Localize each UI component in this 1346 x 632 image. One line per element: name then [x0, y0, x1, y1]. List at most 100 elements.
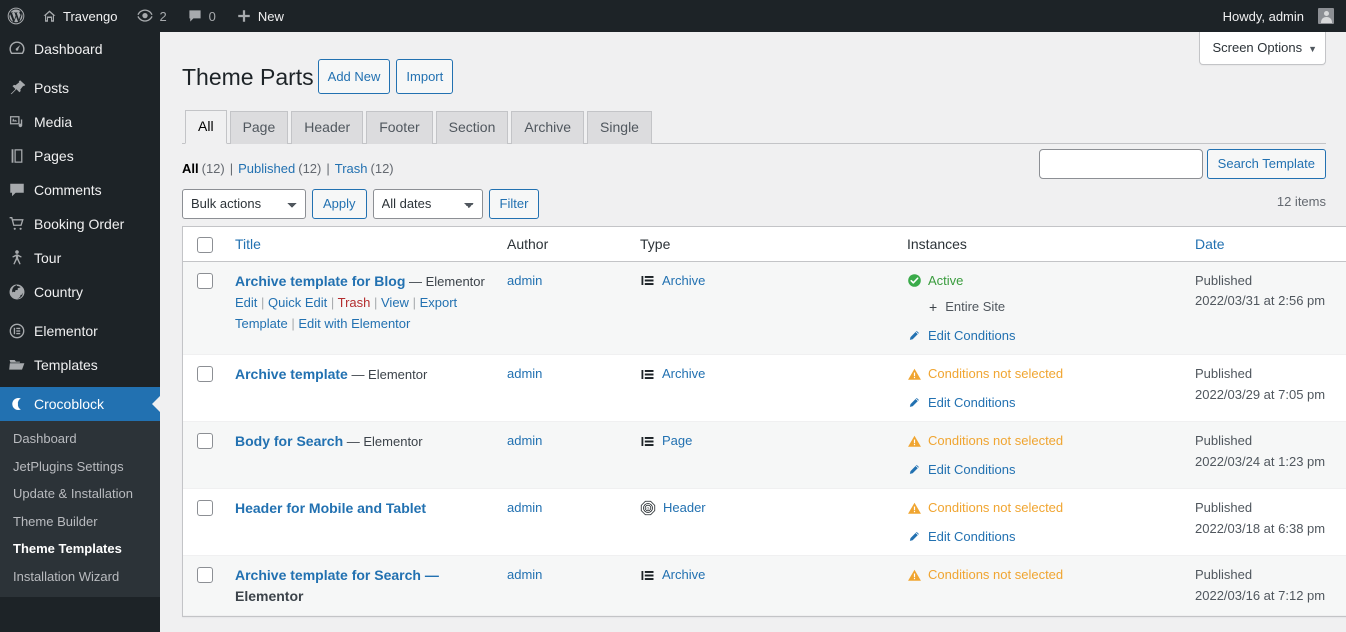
edit-conditions-button[interactable]: Edit Conditions [907, 326, 1175, 346]
tab-item: Header [291, 110, 364, 144]
status-link-published[interactable]: Published [238, 156, 295, 182]
submenu-item-theme-templates[interactable]: Theme Templates [0, 535, 160, 563]
search-template-button[interactable]: Search Template [1206, 149, 1326, 179]
row-checkbox[interactable] [197, 433, 213, 450]
search-input[interactable] [1038, 149, 1203, 179]
bulk-actions-select[interactable]: Bulk actions [182, 188, 306, 219]
row-author-link[interactable]: admin [507, 567, 542, 582]
tab-all[interactable]: All [185, 109, 227, 144]
wordpress-logo-icon[interactable] [0, 0, 32, 32]
row-title-wrap: Header for Mobile and Tablet [235, 498, 487, 519]
row-action-trash[interactable]: Trash [338, 295, 371, 310]
edit-conditions-label: Edit Conditions [928, 528, 1016, 544]
row-date-status: Published [1195, 272, 1253, 288]
comments-menu[interactable]: 0 [177, 0, 226, 32]
sidebar-item-booking-order[interactable]: Booking Order [0, 207, 160, 241]
main-content: Screen Options ▼ Theme Parts Add New Impo… [160, 32, 1346, 632]
tab-footer[interactable]: Footer [366, 110, 433, 144]
row-author-link[interactable]: admin [507, 433, 542, 448]
tab-item: Single [587, 110, 652, 144]
edit-conditions-button[interactable]: Edit Conditions [907, 460, 1175, 480]
tab-page[interactable]: Page [229, 110, 289, 144]
chevron-down-icon: ▼ [1308, 44, 1317, 54]
sidebar-item-dashboard[interactable]: Dashboard [0, 32, 160, 66]
row-author-link[interactable]: admin [507, 273, 542, 288]
row-instances-cell: Conditions not selected Edit Conditions [897, 422, 1185, 490]
svg-text:G: G [647, 507, 650, 511]
crocoblock-submenu: Dashboard JetPlugins Settings Update & I… [0, 421, 160, 597]
status-link-all[interactable]: All [182, 156, 199, 182]
row-title-cell: Archive template — Elementor [225, 355, 497, 423]
sidebar-item-country[interactable]: Country [0, 275, 160, 309]
row-checkbox[interactable] [197, 567, 213, 584]
filter-button[interactable]: Filter [488, 188, 540, 219]
sidebar-item-posts[interactable]: Posts [0, 71, 160, 105]
sidebar-item-templates[interactable]: Templates [0, 348, 160, 382]
submenu-item-jetplugins-settings[interactable]: JetPlugins Settings [0, 453, 160, 481]
dates-filter-select[interactable]: All dates [372, 188, 483, 219]
submenu-item-theme-builder[interactable]: Theme Builder [0, 508, 160, 536]
add-new-button[interactable]: Add New [317, 58, 391, 95]
row-type-link[interactable]: Archive [662, 565, 705, 585]
row-title-link[interactable]: Archive template [235, 366, 348, 382]
instance-status-label: Active [928, 272, 964, 288]
archive-list-icon [641, 276, 654, 286]
row-date-cell: Published 2022/03/18 at 6:38 pm [1185, 489, 1346, 557]
row-checkbox-cell [183, 556, 225, 617]
column-author: Author [497, 227, 630, 262]
row-title-link[interactable]: Body for Search [235, 433, 343, 449]
screen-options-button[interactable]: Screen Options ▼ [1199, 32, 1326, 66]
instance-sub-item: + Entire Site [929, 297, 1175, 317]
sidebar-item-crocoblock[interactable]: Crocoblock [0, 387, 160, 421]
row-title-link[interactable]: Header for Mobile and Tablet [235, 500, 426, 516]
submenu-item-dashboard[interactable]: Dashboard [0, 425, 160, 453]
row-title-wrap: Archive template for Search — [235, 565, 487, 586]
row-title-link[interactable]: Archive template for Blog [235, 273, 405, 289]
edit-conditions-button[interactable]: Edit Conditions [907, 393, 1175, 413]
edit-conditions-button[interactable]: Edit Conditions [907, 527, 1175, 547]
row-checkbox[interactable] [197, 500, 213, 517]
status-link-trash[interactable]: Trash [335, 156, 368, 182]
table-row: Body for Search — Elementor admin Page C… [183, 422, 1346, 490]
tab-section[interactable]: Section [435, 110, 509, 144]
submenu-item-installation-wizard[interactable]: Installation Wizard [0, 563, 160, 591]
sidebar-item-pages[interactable]: Pages [0, 139, 160, 173]
row-action-edit-with-elementor[interactable]: Edit with Elementor [298, 316, 410, 331]
row-type-link[interactable]: Archive [662, 364, 705, 384]
tab-header[interactable]: Header [291, 110, 364, 144]
select-all-checkbox[interactable] [197, 236, 213, 253]
row-type-cell: Archive [630, 261, 897, 356]
tab-archive[interactable]: Archive [511, 110, 585, 144]
tab-item: Section [435, 110, 509, 144]
table-row: Archive template for Blog — Elementor Ed… [183, 261, 1346, 356]
site-name-menu[interactable]: Travengo [32, 0, 127, 32]
row-author-link[interactable]: admin [507, 366, 542, 381]
my-account-menu[interactable]: Howdy, admin [1213, 0, 1346, 32]
new-content-menu[interactable]: New [226, 0, 294, 32]
sidebar-item-tour[interactable]: Tour [0, 241, 160, 275]
tab-single[interactable]: Single [587, 110, 652, 144]
updates-menu[interactable]: 2 [127, 0, 176, 32]
submenu-item-update-installation[interactable]: Update & Installation [0, 480, 160, 508]
row-type-link[interactable]: Page [662, 431, 692, 451]
row-title-wrap: Archive template — Elementor [235, 364, 487, 385]
row-actions: Edit | Quick Edit | Trash | View | Expor… [235, 295, 458, 331]
pencil-icon [909, 330, 919, 340]
import-button[interactable]: Import [396, 58, 454, 95]
sidebar-item-elementor[interactable]: Elementor [0, 314, 160, 348]
sidebar-item-comments[interactable]: Comments [0, 173, 160, 207]
row-author-link[interactable]: admin [507, 500, 542, 515]
row-title-link[interactable]: Archive template for Search — [235, 567, 439, 583]
instance-status-line: Conditions not selected [907, 364, 1175, 384]
row-checkbox[interactable] [197, 272, 213, 289]
column-title-link[interactable]: Title [235, 236, 261, 252]
row-action-quick-edit[interactable]: Quick Edit [268, 295, 327, 310]
row-type-link[interactable]: Header [663, 498, 706, 518]
apply-button[interactable]: Apply [312, 188, 367, 219]
row-checkbox[interactable] [197, 366, 213, 383]
column-date-link[interactable]: Date [1195, 236, 1225, 252]
row-action-edit[interactable]: Edit [235, 295, 257, 310]
sidebar-item-media[interactable]: Media [0, 105, 160, 139]
row-action-view[interactable]: View [381, 295, 409, 310]
row-type-link[interactable]: Archive [662, 271, 705, 291]
